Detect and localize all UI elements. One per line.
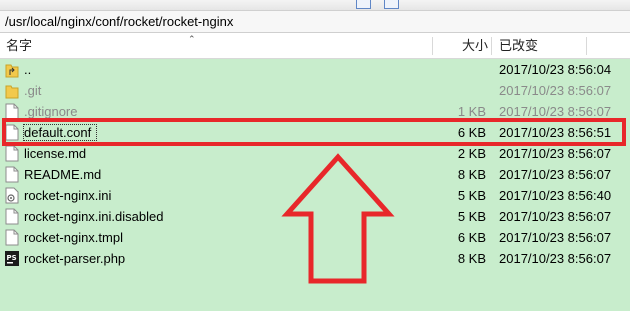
file-name: rocket-nginx.tmpl <box>24 230 123 245</box>
column-divider[interactable] <box>586 37 587 55</box>
file-name: rocket-nginx.ini.disabled <box>24 209 164 224</box>
column-header: 名字 ⌃ 大小 已改变 <box>0 34 630 59</box>
file-modified: 2017/10/23 8:56:07 <box>499 167 612 182</box>
file-name: .. <box>24 62 32 77</box>
folder-icon <box>5 82 19 99</box>
file-modified: 2017/10/23 8:56:07 <box>499 83 612 98</box>
file-row[interactable]: rocket-nginx.tmpl 6 KB 2017/10/23 8:56:07 <box>0 227 630 248</box>
column-modified-header[interactable]: 已改变 <box>499 34 538 58</box>
column-size-header[interactable]: 大小 <box>462 34 488 58</box>
current-path: /usr/local/nginx/conf/rocket/rocket-ngin… <box>5 14 234 29</box>
file-row[interactable]: README.md 8 KB 2017/10/23 8:56:07 <box>0 164 630 185</box>
file-row[interactable]: rocket-nginx.ini 5 KB 2017/10/23 8:56:40 <box>0 185 630 206</box>
path-bar[interactable]: /usr/local/nginx/conf/rocket/rocket-ngin… <box>0 11 630 33</box>
phpstorm-file-icon: PS <box>5 250 19 267</box>
svg-text:PS: PS <box>7 254 17 262</box>
file-icon <box>5 103 19 120</box>
file-modified: 2017/10/23 8:56:40 <box>499 188 612 203</box>
file-row[interactable]: .. 2017/10/23 8:56:04 <box>0 59 630 80</box>
file-name: default.conf <box>24 125 92 140</box>
file-size: 2 KB <box>457 146 486 161</box>
ini-file-icon <box>5 187 19 204</box>
file-modified: 2017/10/23 8:56:07 <box>499 146 612 161</box>
file-row[interactable]: PS rocket-parser.php 8 KB 2017/10/23 8:56:0… <box>0 248 630 269</box>
file-row[interactable]: rocket-nginx.ini.disabled 5 KB 2017/10/23 … <box>0 206 630 227</box>
file-name: .git <box>24 83 42 98</box>
file-size: 6 KB <box>457 125 486 140</box>
column-divider[interactable] <box>432 37 433 55</box>
file-modified: 2017/10/23 8:56:07 <box>499 251 612 266</box>
file-name: license.md <box>24 146 87 161</box>
file-size: 6 KB <box>457 230 486 245</box>
file-icon <box>5 166 19 183</box>
file-icon <box>5 124 19 141</box>
file-name: .gitignore <box>24 104 78 119</box>
column-name-header[interactable]: 名字 <box>6 34 32 58</box>
toolbar-button[interactable] <box>356 0 371 9</box>
toolbar-button[interactable] <box>384 0 399 9</box>
file-list[interactable]: .. 2017/10/23 8:56:04 .git 2017/10/23 8:56:… <box>0 59 630 311</box>
file-modified: 2017/10/23 8:56:07 <box>499 230 612 245</box>
file-size: 1 KB <box>457 104 486 119</box>
file-icon <box>5 229 19 246</box>
file-size: 8 KB <box>457 167 486 182</box>
file-row[interactable]: default.conf 6 KB 2017/10/23 8:56:51 <box>0 122 630 143</box>
file-row[interactable]: .git 2017/10/23 8:56:07 <box>0 80 630 101</box>
folder-up-icon <box>5 61 19 78</box>
file-name: rocket-parser.php <box>24 251 126 266</box>
column-divider[interactable] <box>491 37 492 55</box>
file-modified: 2017/10/23 8:56:07 <box>499 104 612 119</box>
file-modified: 2017/10/23 8:56:07 <box>499 209 612 224</box>
file-row[interactable]: license.md 2 KB 2017/10/23 8:56:07 <box>0 143 630 164</box>
file-icon <box>5 208 19 225</box>
file-size: 8 KB <box>457 251 486 266</box>
file-row[interactable]: .gitignore 1 KB 2017/10/23 8:56:07 <box>0 101 630 122</box>
file-size: 5 KB <box>457 209 486 224</box>
file-name: rocket-nginx.ini <box>24 188 112 203</box>
file-size: 5 KB <box>457 188 486 203</box>
file-icon <box>5 145 19 162</box>
file-modified: 2017/10/23 8:56:04 <box>499 62 612 77</box>
file-name: README.md <box>24 167 102 182</box>
window-toolbar <box>0 0 630 11</box>
sort-asc-icon: ⌃ <box>188 34 196 44</box>
file-modified: 2017/10/23 8:56:51 <box>499 125 612 140</box>
